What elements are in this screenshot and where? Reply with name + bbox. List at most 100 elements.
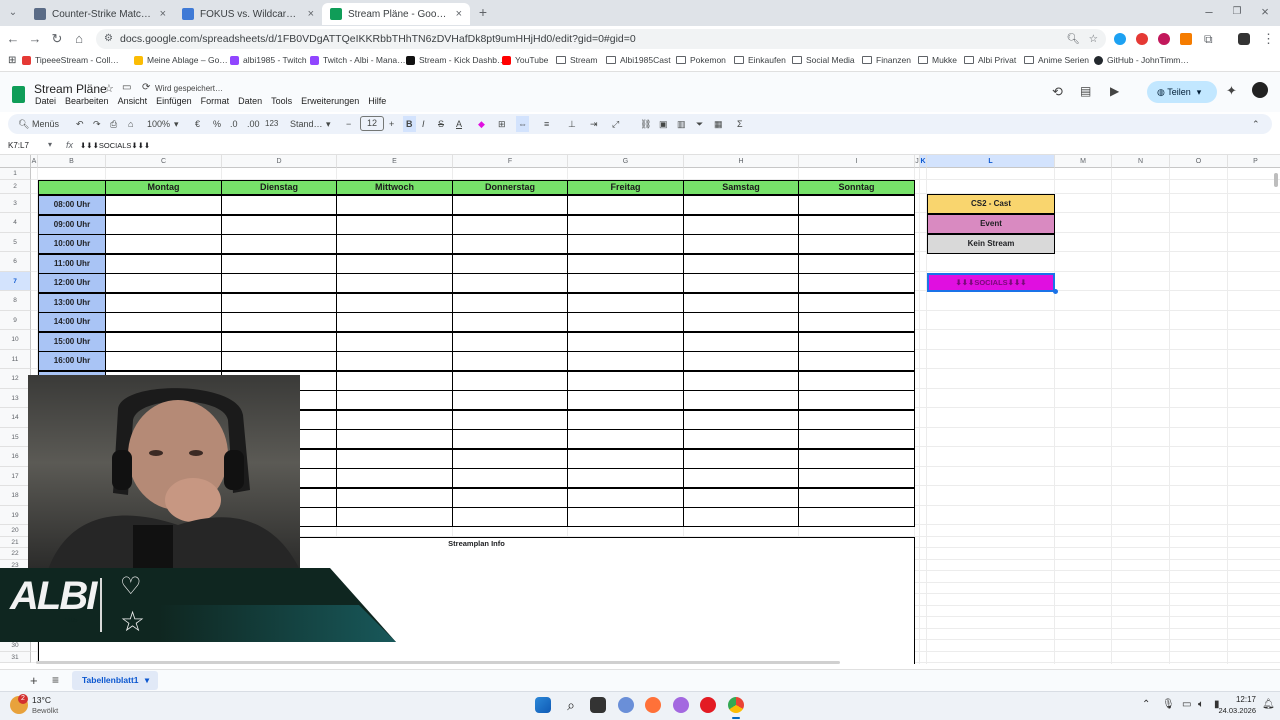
bold-button[interactable]: B [403, 116, 416, 132]
close-window-button[interactable]: × [1256, 3, 1274, 21]
schedule-cell[interactable] [798, 351, 915, 371]
time-slot-cell[interactable]: 15:00 Uhr [38, 331, 106, 352]
row-header-4[interactable]: 4 [0, 213, 31, 233]
row-header-3[interactable]: 3 [0, 193, 31, 213]
column-header-d[interactable]: D [222, 155, 337, 168]
minimize-button[interactable]: – [1200, 3, 1218, 21]
account-avatar[interactable] [1252, 82, 1268, 98]
schedule-cell[interactable] [221, 273, 337, 293]
row-header-13[interactable]: 13 [0, 388, 31, 408]
schedule-cell[interactable] [452, 390, 568, 410]
schedule-cell[interactable] [105, 331, 222, 352]
schedule-cell[interactable] [221, 351, 337, 371]
time-slot-cell[interactable]: 12:00 Uhr [38, 273, 106, 293]
selection-handle[interactable] [1053, 289, 1058, 294]
row-header-22[interactable]: 22 [0, 548, 31, 560]
column-header-f[interactable]: F [453, 155, 568, 168]
schedule-cell[interactable] [798, 370, 915, 391]
row-header-11[interactable]: 11 [0, 349, 31, 369]
schedule-cell[interactable] [221, 292, 337, 313]
row-header-31[interactable]: 31 [0, 651, 31, 663]
bookmark-item[interactable]: Stream - Kick Dashb… [406, 55, 505, 65]
merge-cells-icon[interactable]: ⇔ [516, 116, 529, 132]
schedule-cell[interactable] [452, 234, 568, 254]
bookmark-folder[interactable]: Pokemon [676, 55, 726, 65]
legend-cs2-cast[interactable]: CS2 - Cast [927, 194, 1055, 214]
schedule-cell[interactable] [336, 468, 453, 488]
corner-header-cell[interactable] [38, 180, 106, 195]
schedule-cell[interactable] [567, 273, 684, 293]
decrease-decimal-button[interactable]: .0 [230, 116, 238, 132]
schedule-cell[interactable] [567, 312, 684, 332]
schedule-cell[interactable] [567, 331, 684, 352]
schedule-cell[interactable] [798, 312, 915, 332]
font-size-increase-button[interactable]: + [389, 116, 394, 132]
column-header-o[interactable]: O [1170, 155, 1228, 168]
schedule-cell[interactable] [336, 331, 453, 352]
menu-hilfe[interactable]: Hilfe [368, 96, 386, 106]
extension-icon[interactable] [1158, 33, 1170, 45]
schedule-cell[interactable] [798, 448, 915, 469]
weekday-header-cell[interactable]: Freitag [567, 180, 684, 195]
add-sheet-icon[interactable]: + [30, 673, 38, 688]
schedule-cell[interactable] [683, 448, 799, 469]
menu-datei[interactable]: Datei [35, 96, 56, 106]
schedule-cell[interactable] [567, 409, 684, 430]
row-header-10[interactable]: 10 [0, 330, 31, 350]
menu-format[interactable]: Format [201, 96, 230, 106]
schedule-cell[interactable] [336, 195, 453, 215]
schedule-cell[interactable] [798, 234, 915, 254]
schedule-cell[interactable] [452, 429, 568, 449]
schedule-cell[interactable] [798, 429, 915, 449]
text-rotation-icon[interactable]: ⤢ [612, 116, 619, 132]
apps-grid-icon[interactable]: ⊞ [8, 55, 16, 66]
formula-input[interactable]: ⬇⬇⬇SOCIALS⬇⬇⬇ [80, 141, 150, 150]
fill-color-icon[interactable]: ◆ [478, 116, 485, 132]
schedule-cell[interactable] [336, 429, 453, 449]
tab-search-icon[interactable]: ⌄ [4, 4, 22, 22]
row-header-16[interactable]: 16 [0, 447, 31, 467]
weekday-header-cell[interactable]: Montag [105, 180, 222, 195]
notifications-bell-icon[interactable]: 🔔︎ [1262, 699, 1275, 710]
borders-icon[interactable]: ⊞ [498, 116, 506, 132]
comments-icon[interactable]: ▤ [1080, 84, 1091, 98]
currency-button[interactable]: € [195, 116, 200, 132]
socials-cell[interactable]: ⬇⬇⬇SOCIALS⬇⬇⬇ [927, 273, 1055, 292]
schedule-cell[interactable] [336, 351, 453, 371]
column-header-c[interactable]: C [106, 155, 222, 168]
menu-daten[interactable]: Daten [238, 96, 262, 106]
row-header-19[interactable]: 19 [0, 505, 31, 525]
column-header-m[interactable]: M [1055, 155, 1112, 168]
increase-decimal-button[interactable]: .00 [247, 116, 260, 132]
bookmark-folder[interactable]: Social Media [792, 55, 855, 65]
profile-avatar[interactable] [1238, 33, 1250, 45]
tab-close-icon[interactable]: × [456, 8, 462, 20]
schedule-cell[interactable] [798, 331, 915, 352]
forward-icon[interactable]: → [26, 30, 44, 48]
chrome-icon[interactable] [728, 697, 744, 713]
schedule-cell[interactable] [336, 292, 453, 313]
schedule-cell[interactable] [105, 195, 222, 215]
schedule-cell[interactable] [683, 507, 799, 527]
schedule-cell[interactable] [336, 312, 453, 332]
number-format-button[interactable]: 123 [265, 116, 278, 132]
schedule-cell[interactable] [683, 273, 799, 293]
schedule-cell[interactable] [798, 468, 915, 488]
row-header-14[interactable]: 14 [0, 408, 31, 428]
bookmark-folder[interactable]: Albi Privat [964, 55, 1016, 65]
bookmark-item[interactable]: Meine Ablage – Go… [134, 55, 228, 65]
schedule-cell[interactable] [567, 507, 684, 527]
meet-icon[interactable]: ▶ [1110, 84, 1119, 98]
schedule-cell[interactable] [683, 487, 799, 508]
paint-format-icon[interactable]: ⌂ [128, 116, 133, 132]
gemini-icon[interactable]: ✦ [1226, 83, 1237, 99]
schedule-cell[interactable] [336, 507, 453, 527]
schedule-cell[interactable] [336, 214, 453, 235]
schedule-cell[interactable] [452, 253, 568, 274]
bookmark-item[interactable]: albi1985 - Twitch [230, 55, 307, 65]
schedule-cell[interactable] [105, 312, 222, 332]
opera-icon[interactable] [700, 697, 716, 713]
extension-icon[interactable] [1136, 33, 1148, 45]
schedule-cell[interactable] [567, 429, 684, 449]
row-header-17[interactable]: 17 [0, 466, 31, 486]
